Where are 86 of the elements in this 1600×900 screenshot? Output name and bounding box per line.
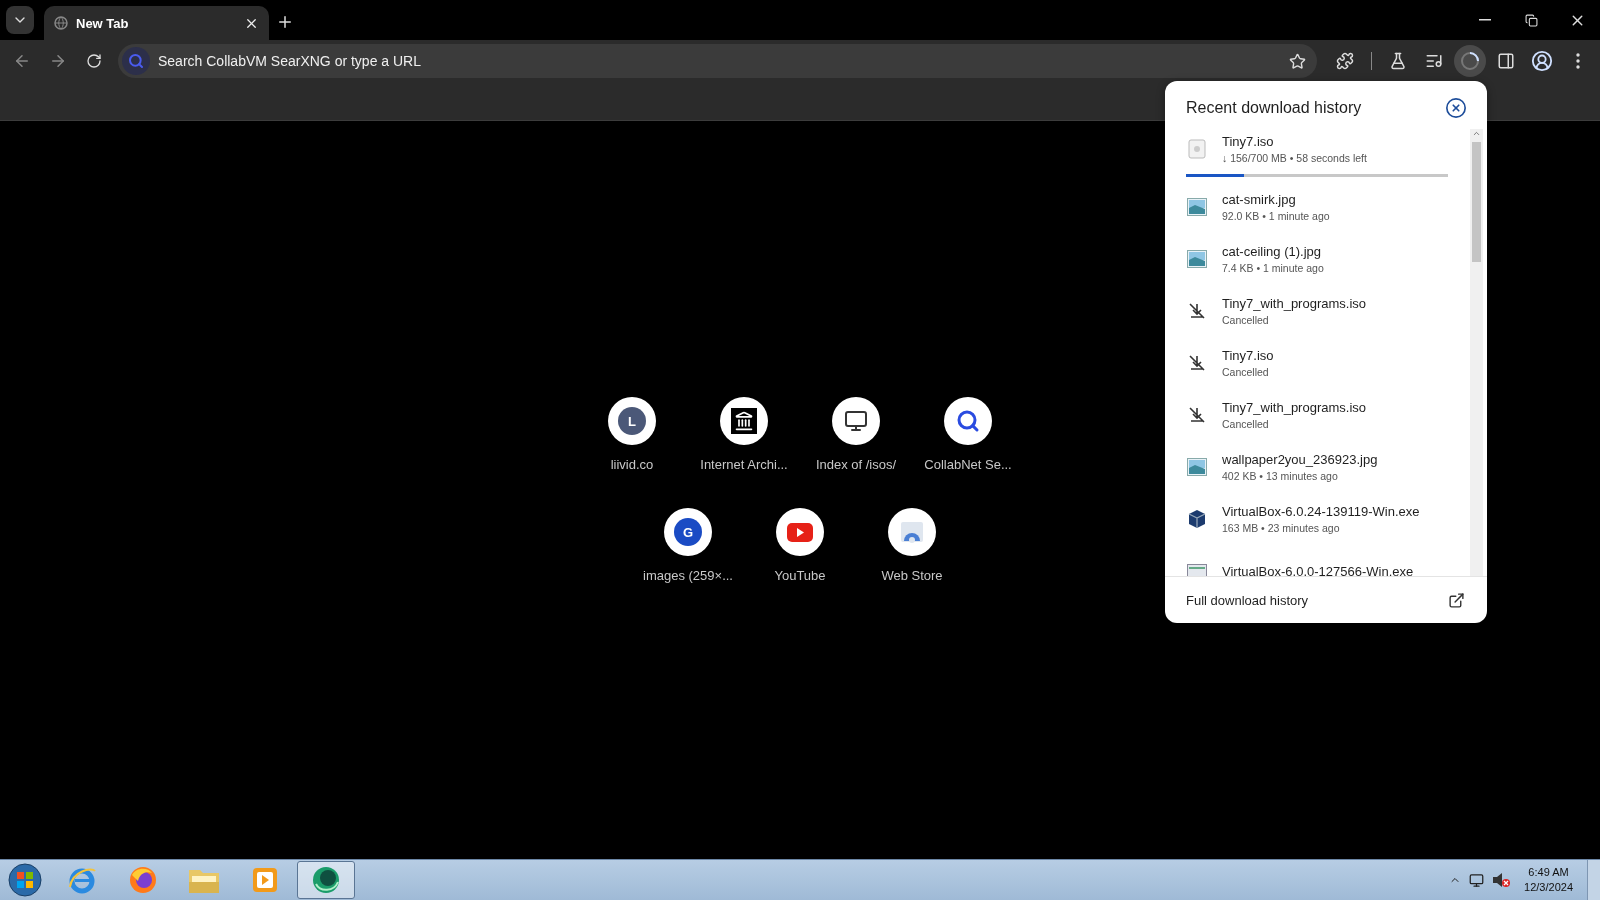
minimize-icon [1479, 19, 1491, 21]
browser-tab[interactable]: New Tab [44, 6, 269, 40]
popup-title: Recent download history [1186, 99, 1362, 117]
download-item[interactable]: VirtualBox-6.0.0-127566-Win.exe [1186, 545, 1448, 576]
music-list-icon [1425, 52, 1443, 70]
open-external-icon[interactable] [1448, 591, 1465, 609]
download-item[interactable]: cat-ceiling (1).jpg 7.4 KB • 1 minute ago [1186, 233, 1448, 285]
image-file-icon [1187, 250, 1207, 268]
file-name: Tiny7.iso [1222, 133, 1275, 149]
muted-speaker-icon[interactable] [1492, 872, 1511, 888]
file-name: VirtualBox-6.0.24-139119-Win.exe [1222, 504, 1420, 519]
file-meta: 92.0 KB • 1 minute ago [1222, 210, 1330, 222]
download-item[interactable]: cat-smirk.jpg 92.0 KB • 1 minute ago [1186, 181, 1448, 233]
restore-icon [1524, 13, 1538, 27]
avatar-icon [1531, 50, 1553, 72]
puzzle-icon [1336, 52, 1354, 70]
scrollbar-track[interactable] [1470, 129, 1483, 576]
clock-time: 6:49 AM [1528, 865, 1569, 880]
file-icon [1188, 138, 1206, 159]
temple-icon [731, 408, 757, 434]
file-name: Tiny7.iso [1222, 348, 1274, 363]
download-off-icon [1187, 405, 1207, 425]
star-icon [1288, 52, 1306, 70]
shortcut-tile[interactable]: L liivid.co [576, 397, 688, 472]
image-file-icon [1187, 198, 1207, 216]
close-button[interactable] [1443, 95, 1469, 121]
computer-icon [844, 409, 868, 433]
download-off-icon [1187, 353, 1207, 373]
file-name: cat-ceiling (1).jpg [1222, 244, 1322, 259]
shortcut-tile[interactable]: Web Store [856, 508, 968, 583]
shortcut-tile[interactable]: CollabNet Se... [912, 397, 1024, 472]
file-meta: 402 KB • 13 minutes ago [1222, 470, 1339, 482]
file-meta: 7.4 KB • 1 minute ago [1222, 262, 1324, 274]
file-name: cat-smirk.jpg [1222, 192, 1297, 207]
download-item[interactable]: VirtualBox-6.0.24-139119-Win.exe 163 MB • 23 minutes ago [1186, 493, 1448, 545]
download-item[interactable]: Tiny7_with_programs.iso Cancelled [1186, 389, 1448, 441]
close-icon [1445, 97, 1467, 119]
progress-ring-icon [1460, 51, 1480, 71]
clock-date: 12/3/2024 [1524, 880, 1573, 895]
download-off-icon [1187, 301, 1207, 321]
tab-search-button[interactable] [6, 6, 34, 34]
download-item[interactable]: Tiny7.iso ↓ 156/700 MB • 58 seconds left [1186, 129, 1448, 181]
search-icon [956, 409, 980, 433]
shortcut-tile[interactable]: Index of /isos/ [800, 397, 912, 472]
file-meta: Cancelled [1222, 418, 1270, 430]
menu-icon [1576, 53, 1580, 69]
download-item[interactable]: Tiny7_with_programs.iso Cancelled [1186, 285, 1448, 337]
cube-icon [1187, 509, 1207, 529]
fox-globe-icon [128, 865, 158, 895]
side-panel-icon [1497, 52, 1515, 70]
tab-title: New Tab [76, 15, 130, 31]
file-meta: Cancelled [1222, 314, 1270, 326]
image-file-icon [1187, 458, 1207, 476]
downloads-button[interactable] [1454, 45, 1486, 77]
globe-app-icon [310, 864, 342, 896]
file-name: wallpaper2you_236923.jpg [1222, 452, 1378, 467]
media-player-icon [252, 867, 278, 893]
reload-icon [86, 53, 102, 69]
file-meta: 163 MB • 23 minutes ago [1222, 522, 1341, 534]
network-icon[interactable] [1469, 872, 1485, 888]
address-bar[interactable]: Search CollabVM SearXNG or type a URL [118, 44, 1317, 78]
play-icon [787, 522, 813, 542]
taskbar-app[interactable] [297, 861, 355, 899]
shortcut-tile[interactable]: Internet Archi... [688, 397, 800, 472]
shortcut-tile[interactable]: YouTube [744, 508, 856, 583]
file-name: VirtualBox-6.0.0-127566-Win.exe [1222, 563, 1414, 576]
scrollbar-thumb[interactable] [1472, 142, 1481, 262]
store-icon [900, 521, 924, 543]
plus-icon [276, 13, 294, 31]
forward-arrow-icon [49, 52, 67, 70]
letter-icon: L [618, 407, 646, 435]
download-item[interactable]: wallpaper2you_236923.jpg 402 KB • 13 minutes ago [1186, 441, 1448, 493]
shortcut-tile[interactable]: G images (259×... [632, 508, 744, 583]
globe-icon [54, 16, 68, 30]
download-item[interactable]: Tiny7.iso Cancelled [1186, 337, 1448, 389]
full-history-link[interactable]: Full download history [1186, 592, 1309, 608]
flask-icon [1389, 52, 1407, 70]
letter-icon: G [674, 518, 702, 546]
file-name: Tiny7_with_programs.iso [1222, 400, 1367, 415]
windows-orb-icon [7, 862, 43, 898]
file-meta: Cancelled [1222, 366, 1270, 378]
file-meta: ↓ 156/700 MB • 58 seconds left [1222, 151, 1367, 164]
search-icon [122, 47, 150, 75]
clock[interactable]: 6:49 AM 12/3/2024 [1524, 865, 1573, 895]
file-name: Tiny7_with_programs.iso [1222, 296, 1367, 311]
scroll-up-icon [1472, 129, 1481, 138]
